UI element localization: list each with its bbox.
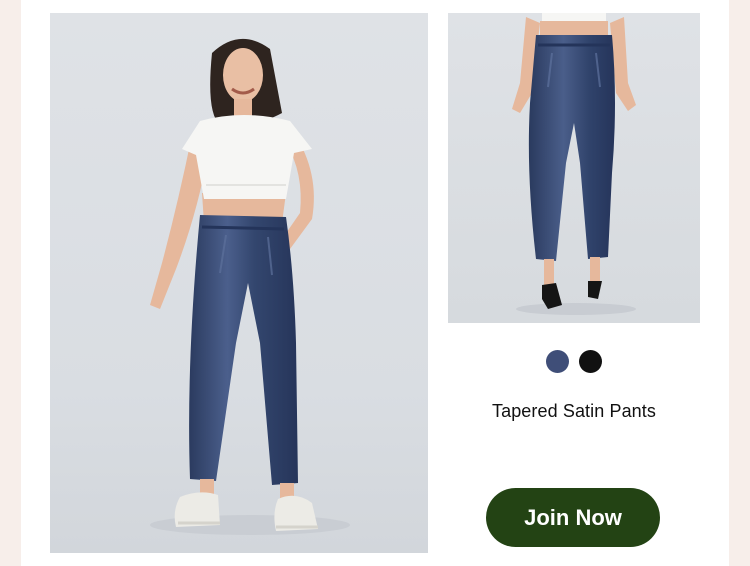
product-name[interactable]: Tapered Satin Pants — [448, 401, 700, 422]
model-front-view-photo[interactable] — [50, 13, 428, 553]
pants-close-up-illustration — [512, 13, 636, 315]
model-illustration — [150, 38, 350, 535]
product-card: Tapered Satin Pants Join Now — [21, 0, 729, 566]
swatch-black[interactable] — [579, 350, 602, 373]
pants-close-up-photo[interactable] — [448, 13, 700, 323]
join-now-button[interactable]: Join Now — [486, 488, 660, 547]
swatch-navy[interactable] — [546, 350, 569, 373]
color-swatches — [546, 350, 602, 373]
